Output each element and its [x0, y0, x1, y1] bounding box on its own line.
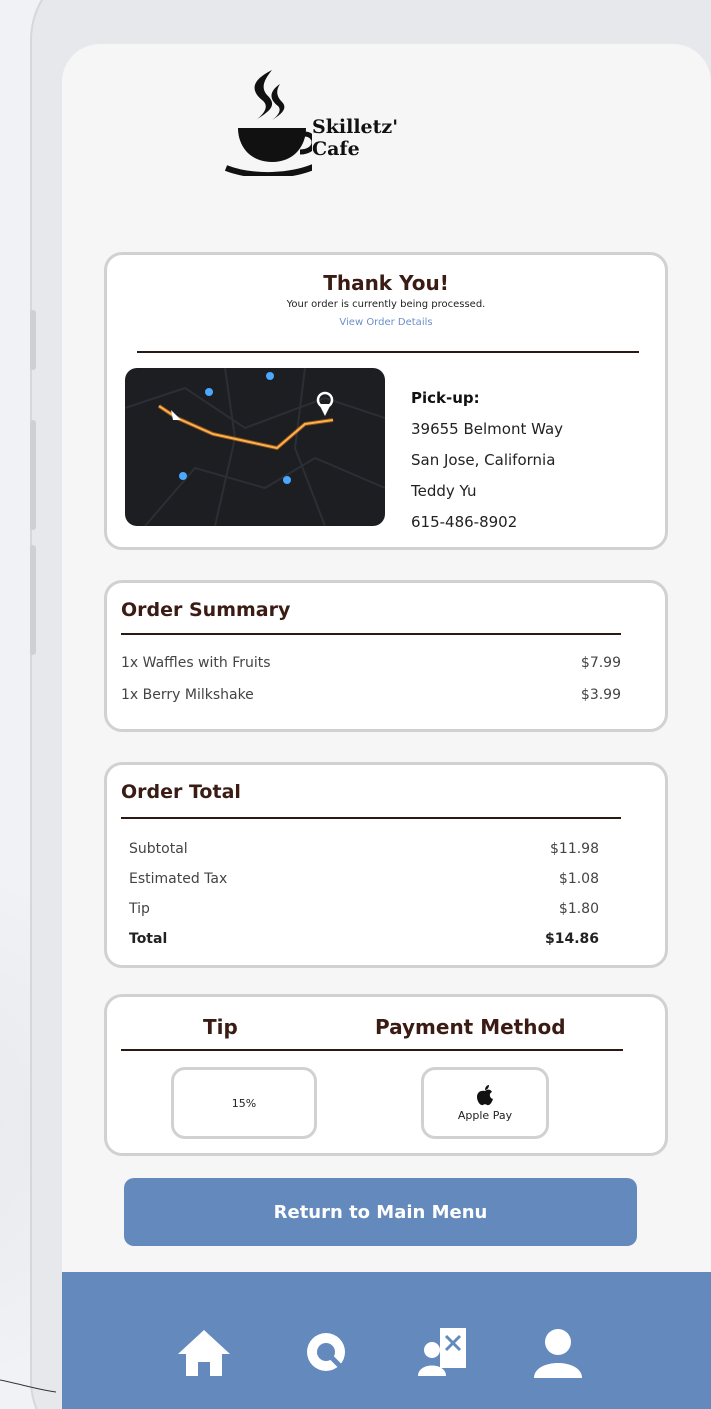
list-item: 1x Waffles with Fruits: [121, 655, 271, 671]
bottom-navigation: [62, 1272, 711, 1409]
divider: [121, 633, 621, 635]
order-total-title: Order Total: [121, 781, 241, 803]
confirmation-subtitle: Your order is currently being processed.: [286, 299, 486, 310]
profile-icon[interactable]: [528, 1320, 588, 1380]
pickup-address2: San Jose, California: [411, 451, 556, 469]
apple-pay-button[interactable]: Apple Pay: [421, 1067, 549, 1139]
menu-board-icon[interactable]: [414, 1320, 474, 1380]
phone-side-button: [30, 420, 36, 530]
payment-card: Tip Payment Method 15% Apple Pay: [104, 994, 668, 1156]
search-icon[interactable]: [298, 1320, 358, 1380]
apple-logo-icon: [477, 1084, 493, 1105]
return-to-main-menu-button[interactable]: Return to Main Menu: [124, 1178, 637, 1246]
divider: [121, 817, 621, 819]
order-summary-title: Order Summary: [121, 599, 291, 621]
map-route-graphic: [125, 368, 385, 526]
list-item: 1x Berry Milkshake: [121, 687, 254, 703]
phone-side-button: [30, 545, 36, 655]
tip-selector-button[interactable]: 15%: [171, 1067, 317, 1139]
confirmation-card: Thank You! Your order is currently being…: [104, 252, 668, 550]
apple-pay-label: Apple Pay: [457, 1108, 513, 1122]
pickup-phone: 615-486-8902: [411, 513, 518, 531]
cafe-name-line2: Cafe: [312, 138, 360, 160]
cafe-name-line1: Skilletz': [312, 116, 399, 138]
home-icon[interactable]: [174, 1320, 234, 1380]
pickup-name: Teddy Yu: [411, 482, 477, 500]
order-summary-card: Order Summary 1x Waffles with Fruits $7.…: [104, 580, 668, 732]
pickup-info: Pick-up: 39655 Belmont Way San Jose, Cal…: [411, 383, 563, 538]
route-map[interactable]: [125, 368, 385, 526]
cafe-name: Skilletz' Cafe: [312, 116, 398, 160]
order-total-card: Order Total Subtotal $11.98 Estimated Ta…: [104, 762, 668, 968]
confirmation-title: Thank You!: [323, 271, 449, 295]
tip-selected-value: 15%: [231, 1096, 257, 1110]
divider: [121, 1049, 623, 1051]
phone-side-button: [30, 310, 36, 370]
item-price: $7.99: [580, 655, 621, 671]
decorative-line: [0, 1379, 57, 1393]
tip-value: $1.80: [558, 901, 599, 917]
payment-method-heading: Payment Method: [375, 1015, 566, 1039]
tip-label: Tip: [129, 901, 150, 917]
tax-label: Estimated Tax: [129, 871, 228, 887]
cafe-logo: Skilletz' Cafe: [222, 66, 442, 178]
subtotal-label: Subtotal: [129, 841, 188, 857]
tip-heading: Tip: [203, 1015, 238, 1039]
total-value: $14.86: [544, 931, 599, 947]
item-price: $3.99: [580, 687, 621, 703]
total-label: Total: [129, 931, 168, 947]
coffee-cup-icon: [224, 70, 322, 178]
divider: [137, 351, 639, 353]
tax-value: $1.08: [558, 871, 599, 887]
subtotal-value: $11.98: [550, 841, 599, 857]
pickup-label: Pick-up:: [411, 389, 480, 407]
pickup-address1: 39655 Belmont Way: [411, 420, 564, 438]
view-order-details-link[interactable]: View Order Details: [107, 317, 665, 328]
